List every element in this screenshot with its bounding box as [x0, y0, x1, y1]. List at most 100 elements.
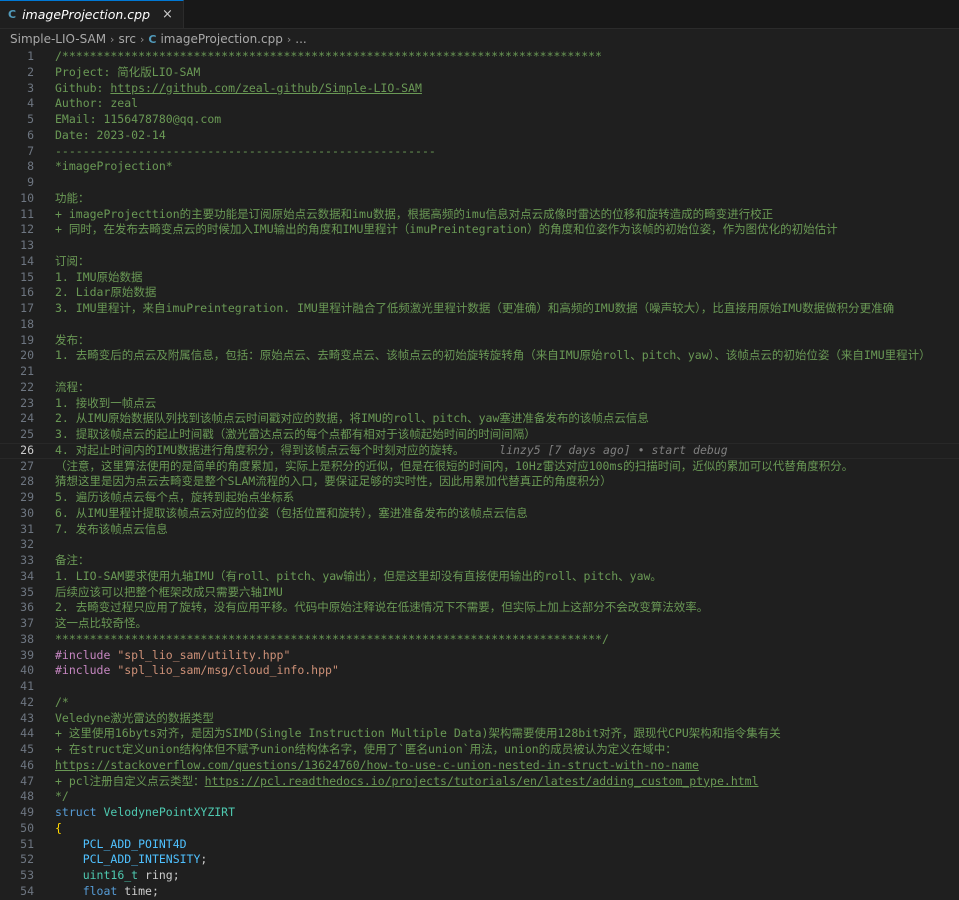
- code-line[interactable]: 15 1. IMU原始数据: [0, 270, 959, 286]
- line-number: 38: [20, 631, 34, 646]
- code-line[interactable]: 13: [0, 238, 959, 254]
- breadcrumb-item-project[interactable]: Simple-LIO-SAM: [10, 32, 106, 46]
- code-line[interactable]: 12 + 同时，在发布去畸变点云的时候加入IMU输出的角度和IMU里程计（imuP…: [0, 222, 959, 238]
- code-line[interactable]: 21: [0, 364, 959, 380]
- code-line[interactable]: 23 1. 接收到一帧点云: [0, 396, 959, 412]
- breadcrumb-item-symbol[interactable]: ...: [295, 32, 306, 46]
- code-line[interactable]: 7 ---------------------------------------…: [0, 144, 959, 160]
- code-editor[interactable]: 1/**************************************…: [0, 49, 959, 900]
- code-line[interactable]: 19 发布：: [0, 333, 959, 349]
- code-line[interactable]: 51 PCL_ADD_POINT4D: [0, 837, 959, 853]
- code-line[interactable]: 31 7. 发布该帧点云信息: [0, 522, 959, 538]
- code-line[interactable]: 46 https://stackoverflow.com/questions/13…: [0, 758, 959, 774]
- code-token: Date: 2023-02-14: [55, 127, 166, 142]
- code-line[interactable]: 4 Author: zeal: [0, 96, 959, 112]
- code-token: 后续应该可以把整个框架改成只需要六轴IMU: [55, 584, 283, 599]
- line-number: 32: [20, 537, 34, 552]
- code-line[interactable]: 49 struct VelodynePointXYZIRT: [0, 805, 959, 821]
- code-line[interactable]: 1 /**************************************…: [0, 49, 959, 65]
- code-line[interactable]: 26 4. 对起止时间内的IMU数据进行角度积分，得到该帧点云每个时刻对应的旋转。…: [0, 442, 959, 459]
- code-line[interactable]: 33 备注：: [0, 553, 959, 569]
- line-number: 47: [20, 773, 34, 788]
- code-line[interactable]: 20 1. 去畸变后的点云及附属信息，包括：原始点云、去畸变点云、该帧点云的初始旋…: [0, 348, 959, 364]
- code-token: VelodynePointXYZIRT: [103, 805, 236, 819]
- line-number: 51: [20, 836, 34, 851]
- code-token: PCL_ADD_POINT4D: [82, 836, 187, 851]
- code-line[interactable]: 50 {: [0, 821, 959, 837]
- code-line[interactable]: 47 + pcl注册自定义点云类型：https://pcl.readthedocs…: [0, 774, 959, 790]
- code-line[interactable]: 32: [0, 537, 959, 553]
- close-icon[interactable]: ×: [162, 7, 173, 22]
- code-line[interactable]: 34 1. LIO-SAM要求使用九轴IMU（有roll、pitch、yaw输出）…: [0, 569, 959, 585]
- code-line[interactable]: 16 2. Lidar原始数据: [0, 285, 959, 301]
- editor-tab-bar: C imageProjection.cpp ×: [0, 0, 959, 29]
- code-line[interactable]: 25 3. 提取该帧点云的起止时间戳（激光雷达点云的每个点都有相对于该帧起始时间的…: [0, 427, 959, 443]
- code-line[interactable]: 14 订阅：: [0, 254, 959, 270]
- tab-filename: imageProjection.cpp: [22, 7, 151, 22]
- code-line[interactable]: 41: [0, 679, 959, 695]
- code-line[interactable]: 37 这一点比较奇怪。: [0, 616, 959, 632]
- code-line[interactable]: 24 2. 从IMU原始数据队列找到该帧点云时间戳对应的数据，将IMU的roll、…: [0, 411, 959, 427]
- code-token: （注意，这里算法使用的是简单的角度累加，实际上是积分的近似，但是在很短的时间内，…: [55, 458, 854, 473]
- code-text: 发布：: [34, 333, 959, 349]
- code-line[interactable]: 8 *imageProjection*: [0, 159, 959, 175]
- code-line[interactable]: 42 /*: [0, 695, 959, 711]
- line-number: 45: [20, 742, 34, 756]
- code-token: Veledyne激光雷达的数据类型: [55, 710, 214, 725]
- code-line[interactable]: 2 Project: 简化版LIO-SAM: [0, 65, 959, 81]
- code-token: "spl_lio_sam/utility.hpp": [117, 647, 291, 662]
- line-number: 30: [20, 505, 34, 520]
- code-link[interactable]: https://stackoverflow.com/questions/1362…: [55, 758, 699, 772]
- tab-imageprojection-cpp[interactable]: C imageProjection.cpp ×: [0, 0, 184, 28]
- code-line[interactable]: 40 #include "spl_lio_sam/msg/cloud_info.h…: [0, 663, 959, 679]
- code-line[interactable]: 18: [0, 317, 959, 333]
- line-number: 35: [20, 584, 34, 599]
- code-line[interactable]: 9: [0, 175, 959, 191]
- code-line[interactable]: 29 5. 遍历该帧点云每个点，旋转到起始点坐标系: [0, 490, 959, 506]
- code-line[interactable]: 22 流程：: [0, 380, 959, 396]
- code-line[interactable]: 36 2. 去畸变过程只应用了旋转，没有应用平移。代码中原始注释说在低速情况下不需…: [0, 600, 959, 616]
- code-line[interactable]: 39 #include "spl_lio_sam/utility.hpp": [0, 648, 959, 664]
- code-line[interactable]: 45 + 在struct定义union结构体但不赋予union结构体名字，使用了`…: [0, 742, 959, 758]
- code-line[interactable]: 35 后续应该可以把整个框架改成只需要六轴IMU: [0, 585, 959, 601]
- code-text: + pcl注册自定义点云类型：https://pcl.readthedocs.i…: [34, 774, 959, 790]
- code-line[interactable]: 38 **************************************…: [0, 632, 959, 648]
- code-token: + imageProjecttion的主要功能是订阅原始点云数据和imu数据，根…: [55, 206, 774, 221]
- code-line[interactable]: 3 Github: https://github.com/zeal-github/…: [0, 81, 959, 97]
- breadcrumb-item-file[interactable]: imageProjection.cpp: [160, 32, 282, 46]
- line-number: 14: [20, 253, 34, 268]
- line-number: 46: [20, 757, 34, 772]
- code-line[interactable]: 28 猜想这里是因为点云去畸变是整个SLAM流程的入口，要保证足够的实时性，因此用…: [0, 474, 959, 490]
- code-text: 4. 对起止时间内的IMU数据进行角度积分，得到该帧点云每个时刻对应的旋转。 l…: [34, 443, 959, 459]
- code-text: ----------------------------------------…: [34, 144, 959, 160]
- code-line[interactable]: 5 EMail: 1156478780@qq.com: [0, 112, 959, 128]
- code-token: 7. 发布该帧点云信息: [55, 521, 168, 536]
- code-link[interactable]: https://pcl.readthedocs.io/projects/tuto…: [205, 774, 759, 788]
- code-line[interactable]: 43 Veledyne激光雷达的数据类型: [0, 711, 959, 727]
- code-line[interactable]: 54 float time;: [0, 884, 959, 900]
- line-number: 42: [20, 694, 34, 709]
- breadcrumb: Simple-LIO-SAM › src › C imageProjection…: [0, 29, 959, 49]
- code-line[interactable]: 27 （注意，这里算法使用的是简单的角度累加，实际上是积分的近似，但是在很短的时间…: [0, 459, 959, 475]
- code-line[interactable]: 44 + 这里使用16byts对齐，是因为SIMD(Single Instruct…: [0, 726, 959, 742]
- code-line[interactable]: 6 Date: 2023-02-14: [0, 128, 959, 144]
- code-token: 3. IMU里程计，来自imuPreintegration. IMU里程计融合了…: [55, 301, 895, 315]
- code-line[interactable]: 17 3. IMU里程计，来自imuPreintegration. IMU里程计融…: [0, 301, 959, 317]
- code-line[interactable]: 48 */: [0, 789, 959, 805]
- line-number: 39: [20, 647, 34, 662]
- code-text: （注意，这里算法使用的是简单的角度累加，实际上是积分的近似，但是在很短的时间内，…: [34, 459, 959, 475]
- code-line[interactable]: 11 + imageProjecttion的主要功能是订阅原始点云数据和imu数据…: [0, 207, 959, 223]
- code-token: 1. 接收到一帧点云: [55, 395, 157, 410]
- code-token: */: [55, 789, 69, 804]
- code-token: 这一点比较奇怪。: [55, 616, 147, 630]
- code-line[interactable]: 53 uint16_t ring;: [0, 868, 959, 884]
- code-line[interactable]: 10 功能：: [0, 191, 959, 207]
- code-link[interactable]: https://github.com/zeal-github/Simple-LI…: [110, 81, 422, 95]
- code-line[interactable]: 52 PCL_ADD_INTENSITY;: [0, 852, 959, 868]
- code-text: struct VelodynePointXYZIRT: [34, 805, 959, 821]
- code-token: /***************************************…: [55, 49, 602, 63]
- breadcrumb-item-src[interactable]: src: [118, 32, 136, 46]
- code-line[interactable]: 30 6. 从IMU里程计提取该帧点云对应的位姿（包括位置和旋转），塞进准备发布的…: [0, 506, 959, 522]
- cpp-file-icon: C: [8, 8, 17, 21]
